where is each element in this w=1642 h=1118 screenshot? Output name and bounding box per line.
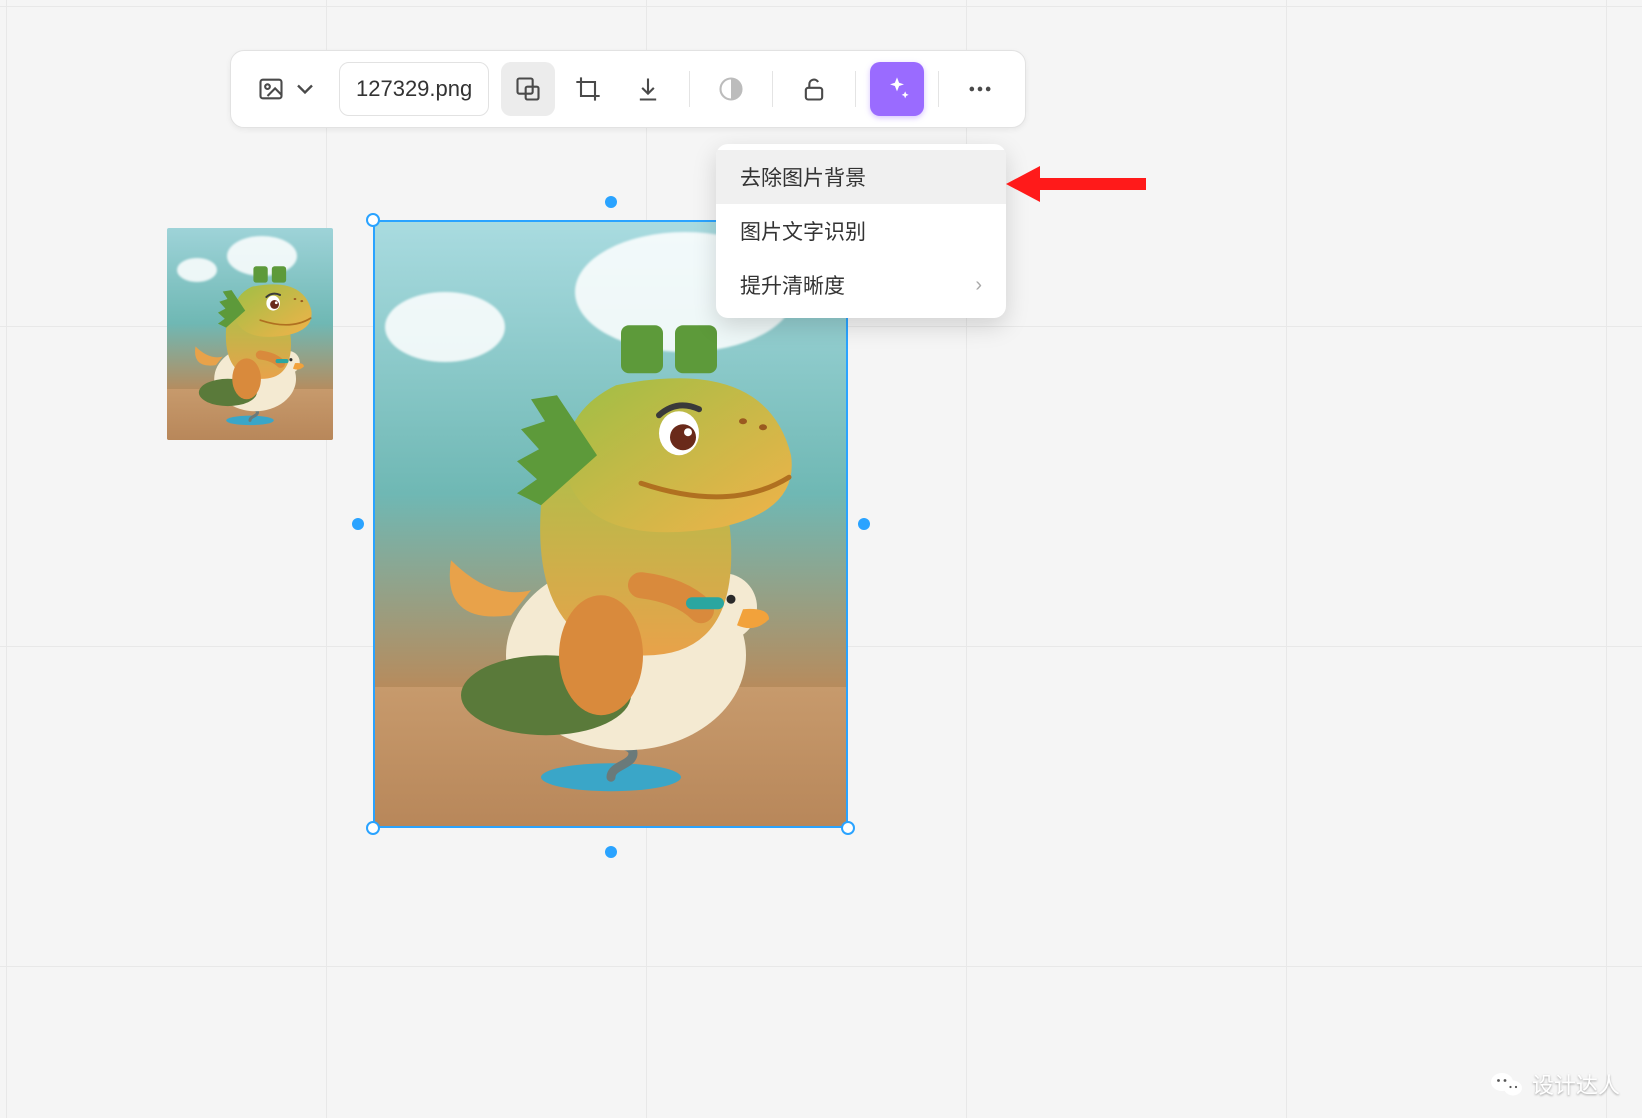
sparkle-icon xyxy=(883,75,911,103)
fit-icon xyxy=(514,75,542,103)
menu-item-ocr[interactable]: 图片文字识别 xyxy=(716,204,1006,258)
image-toolbar: 127329.png xyxy=(230,50,1026,128)
contrast-icon xyxy=(717,75,745,103)
download-button[interactable] xyxy=(621,62,675,116)
resize-handle-se[interactable] xyxy=(841,821,855,835)
resize-handle-s[interactable] xyxy=(605,846,617,858)
resize-handle-e[interactable] xyxy=(858,518,870,530)
more-icon xyxy=(966,75,994,103)
crop-button[interactable] xyxy=(561,62,615,116)
menu-item-remove-bg[interactable]: 去除图片背景 xyxy=(716,150,1006,204)
image-icon xyxy=(257,75,285,103)
resize-handle-nw[interactable] xyxy=(366,213,380,227)
lock-button[interactable] xyxy=(787,62,841,116)
image-type-dropdown[interactable] xyxy=(249,62,327,116)
toolbar-divider xyxy=(689,71,690,107)
menu-item-label: 去除图片背景 xyxy=(740,162,866,192)
watermark-text: 设计达人 xyxy=(1532,1068,1620,1100)
toolbar-divider xyxy=(938,71,939,107)
watermark: 设计达人 xyxy=(1490,1068,1620,1100)
unlock-icon xyxy=(800,75,828,103)
resize-handle-w[interactable] xyxy=(352,518,364,530)
annotation-arrow xyxy=(1006,162,1146,206)
rotate-handle-top[interactable] xyxy=(605,196,617,208)
fit-button[interactable] xyxy=(501,62,555,116)
dino-illustration xyxy=(391,255,831,815)
menu-item-label: 提升清晰度 xyxy=(740,270,845,300)
toolbar-divider xyxy=(772,71,773,107)
chevron-down-icon xyxy=(291,75,319,103)
menu-item-label: 图片文字识别 xyxy=(740,216,866,246)
unselected-image-thumbnail[interactable] xyxy=(167,228,333,440)
wechat-icon xyxy=(1490,1071,1522,1097)
crop-icon xyxy=(574,75,602,103)
contrast-button[interactable] xyxy=(704,62,758,116)
more-button[interactable] xyxy=(953,62,1007,116)
ai-tools-button[interactable] xyxy=(870,62,924,116)
resize-handle-sw[interactable] xyxy=(366,821,380,835)
chevron-right-icon: › xyxy=(975,274,982,297)
toolbar-divider xyxy=(855,71,856,107)
filename-field[interactable]: 127329.png xyxy=(339,62,489,116)
ai-tools-menu: 去除图片背景 图片文字识别 提升清晰度 › xyxy=(716,144,1006,318)
menu-item-upscale[interactable]: 提升清晰度 › xyxy=(716,258,1006,312)
download-icon xyxy=(634,75,662,103)
dino-illustration xyxy=(175,240,325,435)
